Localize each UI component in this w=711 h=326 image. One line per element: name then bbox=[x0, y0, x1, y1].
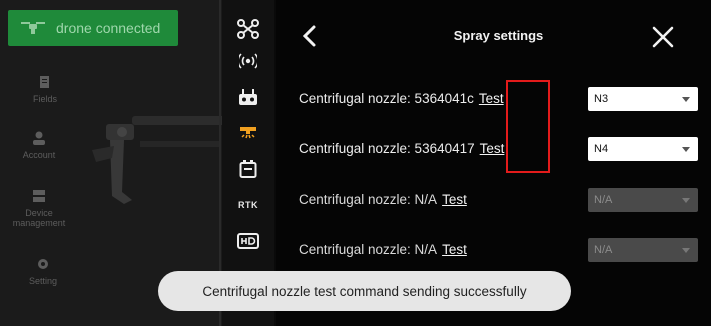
status-text: drone connected bbox=[56, 20, 161, 36]
battery-icon bbox=[239, 160, 257, 178]
test-button[interactable]: Test bbox=[480, 141, 505, 156]
nav-label-device: Device management bbox=[12, 208, 66, 228]
nozzle-label: Centrifugal nozzle: 53640417 bbox=[299, 141, 475, 156]
caret-down-icon bbox=[682, 198, 690, 203]
nav-label-account: Account bbox=[22, 150, 56, 160]
tool-hd-video[interactable] bbox=[235, 230, 261, 252]
nozzle-model-select: N/A bbox=[588, 188, 698, 212]
select-value: N/A bbox=[594, 194, 613, 206]
toast-message: Centrifugal nozzle test command sending … bbox=[158, 271, 571, 311]
account-icon bbox=[33, 131, 45, 145]
gear-icon bbox=[38, 259, 48, 269]
nozzle-label: Centrifugal nozzle: 5364041c bbox=[299, 91, 474, 106]
nozzle-row-3: Centrifugal nozzle: N/A Test N/A bbox=[299, 188, 698, 214]
nozzle-model-select[interactable]: N3 bbox=[588, 87, 698, 111]
nozzle-row-2: Centrifugal nozzle: 53640417 Test N4 bbox=[299, 137, 698, 163]
tool-battery[interactable] bbox=[235, 158, 261, 180]
drone-image bbox=[92, 116, 222, 204]
tool-signal[interactable] bbox=[235, 50, 261, 72]
fields-icon bbox=[40, 76, 49, 88]
nozzle-row-4: Centrifugal nozzle: N/A Test N/A bbox=[299, 238, 698, 264]
spray-icon bbox=[240, 127, 256, 139]
caret-down-icon bbox=[682, 248, 690, 253]
signal-icon bbox=[239, 53, 257, 69]
test-button[interactable]: Test bbox=[442, 192, 467, 207]
caret-down-icon bbox=[682, 147, 690, 152]
tool-rtk[interactable]: RTK bbox=[235, 194, 261, 216]
tool-spray[interactable] bbox=[235, 122, 261, 144]
tool-drone[interactable] bbox=[235, 18, 261, 40]
tool-remote-controller[interactable] bbox=[235, 86, 261, 108]
rtk-icon: RTK bbox=[238, 200, 258, 210]
page-title: Spray settings bbox=[453, 28, 544, 43]
caret-down-icon bbox=[682, 97, 690, 102]
test-button[interactable]: Test bbox=[442, 242, 467, 257]
device-icon bbox=[33, 190, 45, 202]
select-value: N/A bbox=[594, 244, 613, 256]
select-value: N4 bbox=[594, 143, 609, 155]
nav-label-setting: Setting bbox=[28, 276, 58, 286]
close-button[interactable] bbox=[650, 24, 676, 50]
app-window: drone connected Fields Account Device ma… bbox=[0, 0, 711, 326]
nozzle-model-select[interactable]: N4 bbox=[588, 137, 698, 161]
nav-label-fields: Fields bbox=[32, 94, 57, 104]
hd-video-icon bbox=[237, 233, 259, 249]
nozzle-model-select: N/A bbox=[588, 238, 698, 262]
connection-status-banner: drone connected bbox=[8, 10, 178, 46]
nozzle-label: Centrifugal nozzle: N/A bbox=[299, 192, 438, 207]
drone-status-icon bbox=[21, 22, 45, 34]
test-button[interactable]: Test bbox=[479, 91, 504, 106]
nozzle-row-1: Centrifugal nozzle: 5364041c Test N3 bbox=[299, 87, 698, 113]
nav-item-setting[interactable]: Setting bbox=[0, 256, 86, 286]
select-value: N3 bbox=[594, 93, 609, 105]
drone-icon bbox=[237, 19, 259, 39]
remote-controller-icon bbox=[239, 89, 257, 105]
toast-text: Centrifugal nozzle test command sending … bbox=[202, 283, 527, 299]
nozzle-label: Centrifugal nozzle: N/A bbox=[299, 242, 438, 257]
